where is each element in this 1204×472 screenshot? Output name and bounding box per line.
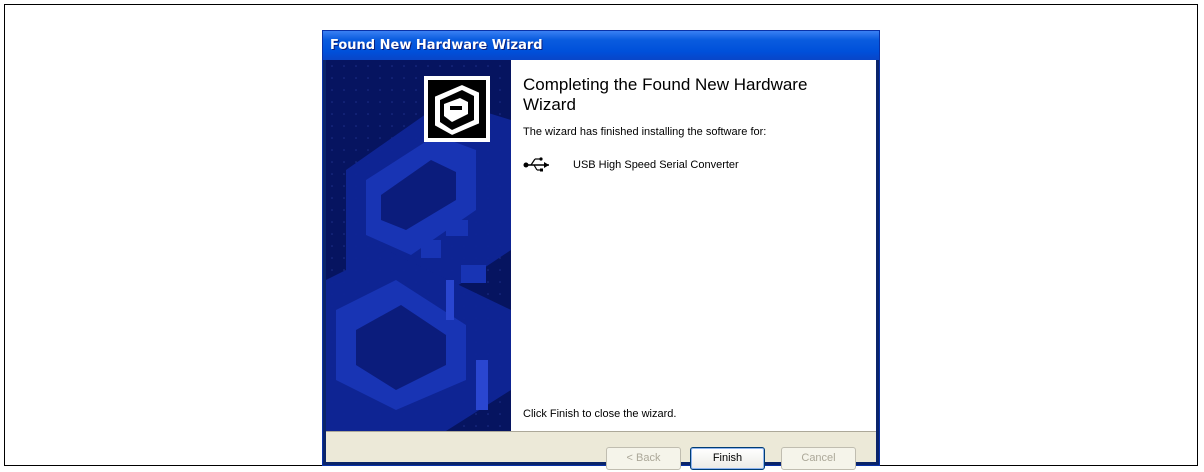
cancel-button[interactable]: Cancel	[781, 447, 856, 470]
device-name: USB High Speed Serial Converter	[573, 159, 739, 171]
wizard-window: Found New Hardware Wizard Completing the…	[322, 30, 880, 470]
window-title: Found New Hardware Wizard	[323, 31, 879, 60]
usb-icon	[523, 156, 551, 174]
wizard-button-bar: < Back Finish Cancel	[326, 431, 876, 470]
wizard-intro-text: The wizard has finished installing the s…	[523, 126, 767, 138]
wizard-heading: Completing the Found New Hardware Wizard	[523, 75, 808, 114]
wizard-side-panel	[326, 60, 511, 431]
wizard-footer-text: Click Finish to close the wizard.	[523, 408, 677, 420]
wizard-body: Completing the Found New Hardware Wizard…	[326, 60, 876, 470]
hardware-drive-icon	[424, 76, 490, 142]
back-button[interactable]: < Back	[606, 447, 681, 470]
wizard-content: Completing the Found New Hardware Wizard…	[511, 60, 876, 431]
finish-button[interactable]: Finish	[690, 447, 765, 470]
